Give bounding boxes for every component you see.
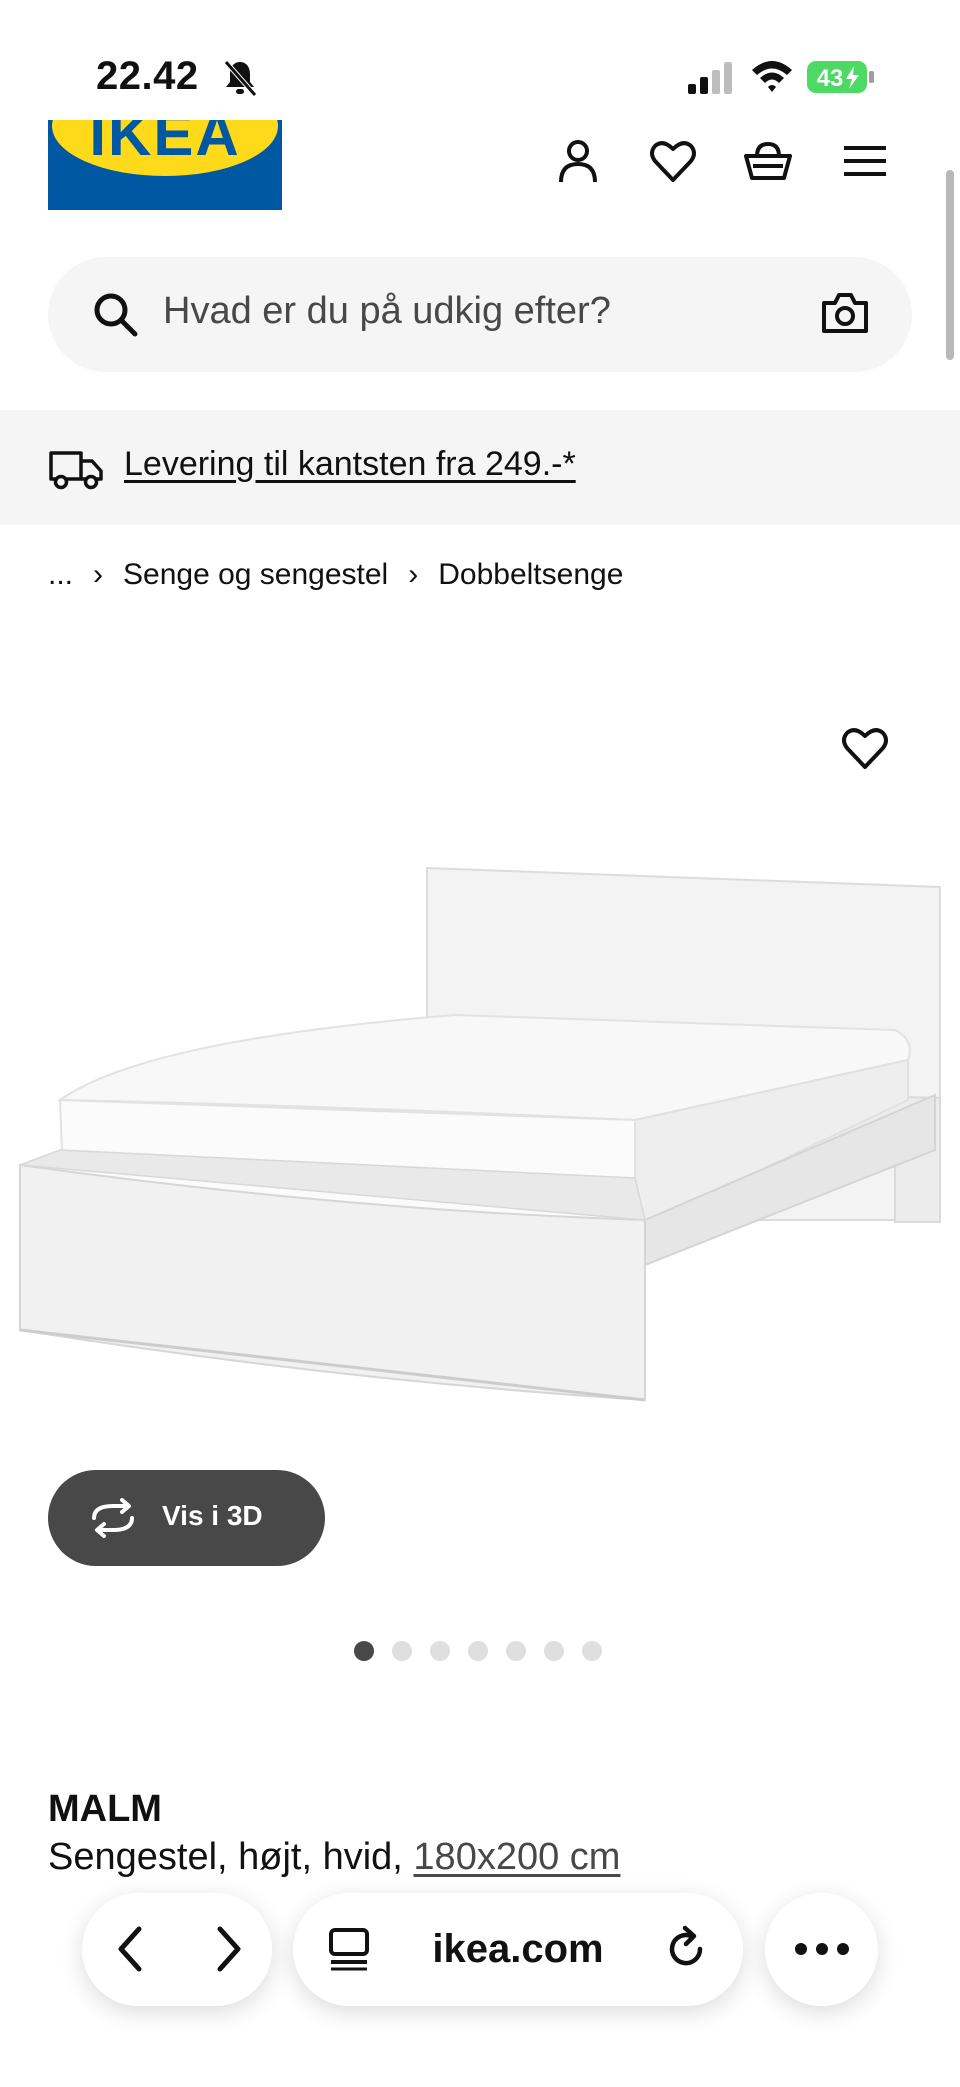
page-scrollbar[interactable]: [946, 170, 954, 360]
browser-nav-buttons: [82, 1893, 272, 2006]
rotate-3d-icon: [92, 1498, 134, 1538]
breadcrumb-beds[interactable]: Senge og sengestel: [123, 558, 388, 592]
carousel-dot[interactable]: [544, 1641, 564, 1661]
carousel-dot[interactable]: [354, 1641, 374, 1661]
ikea-logo[interactable]: IKEA: [48, 120, 282, 210]
chevron-right-icon: ›: [93, 558, 104, 591]
browser-more-button[interactable]: [765, 1893, 878, 2006]
status-bar: 22.42 43: [0, 0, 960, 130]
menu-icon[interactable]: [840, 136, 890, 186]
back-icon[interactable]: [107, 1923, 157, 1975]
delivery-banner: Levering til kantsten fra 249.-*: [0, 410, 960, 525]
basket-icon[interactable]: [743, 136, 793, 186]
search-bar[interactable]: Hvad er du på udkig efter?: [48, 257, 912, 372]
product-size-link[interactable]: 180x200 cm: [413, 1836, 620, 1878]
bell-muted-icon: [224, 60, 257, 97]
more-options-icon: [795, 1943, 849, 1955]
reload-icon[interactable]: [661, 1924, 711, 1974]
battery-level: 43: [817, 65, 844, 92]
cellular-signal-icon: [688, 62, 732, 94]
delivery-link[interactable]: Levering til kantsten fra 249.-*: [124, 445, 576, 484]
breadcrumb: ... › Senge og sengestel › Dobbeltsenge: [48, 555, 623, 595]
status-time: 22.42: [96, 54, 199, 98]
heart-icon[interactable]: [648, 136, 698, 186]
carousel-dot[interactable]: [468, 1641, 488, 1661]
carousel-dot[interactable]: [430, 1641, 450, 1661]
product-image[interactable]: [15, 860, 945, 1480]
add-to-favorites-icon[interactable]: [840, 725, 890, 771]
carousel-dot[interactable]: [392, 1641, 412, 1661]
battery-icon: 43: [807, 61, 874, 93]
view-in-3d-label: Vis i 3D: [162, 1500, 263, 1531]
chevron-right-icon: ›: [408, 558, 419, 591]
forward-icon[interactable]: [202, 1923, 252, 1975]
carousel-dot[interactable]: [506, 1641, 526, 1661]
camera-icon[interactable]: [820, 289, 870, 337]
breadcrumb-ellipsis[interactable]: ...: [48, 558, 73, 592]
profile-icon[interactable]: [553, 136, 603, 186]
product-description-text: Sengestel, højt, hvid,: [48, 1836, 403, 1878]
browser-address-bar[interactable]: ikea.com: [293, 1893, 743, 2006]
search-icon: [94, 293, 138, 337]
wifi-icon: [752, 61, 792, 92]
product-description: Sengestel, højt, hvid, 180x200 cm: [48, 1836, 620, 1879]
logo-text: IKEA: [89, 120, 241, 168]
product-name: MALM: [48, 1788, 162, 1830]
search-input[interactable]: Hvad er du på udkig efter?: [163, 290, 611, 333]
breadcrumb-double-beds[interactable]: Dobbeltsenge: [438, 558, 623, 592]
carousel-pagination: [354, 1641, 602, 1661]
view-in-3d-button[interactable]: Vis i 3D: [48, 1470, 325, 1566]
carousel-dot[interactable]: [582, 1641, 602, 1661]
delivery-truck-icon: [49, 451, 103, 490]
